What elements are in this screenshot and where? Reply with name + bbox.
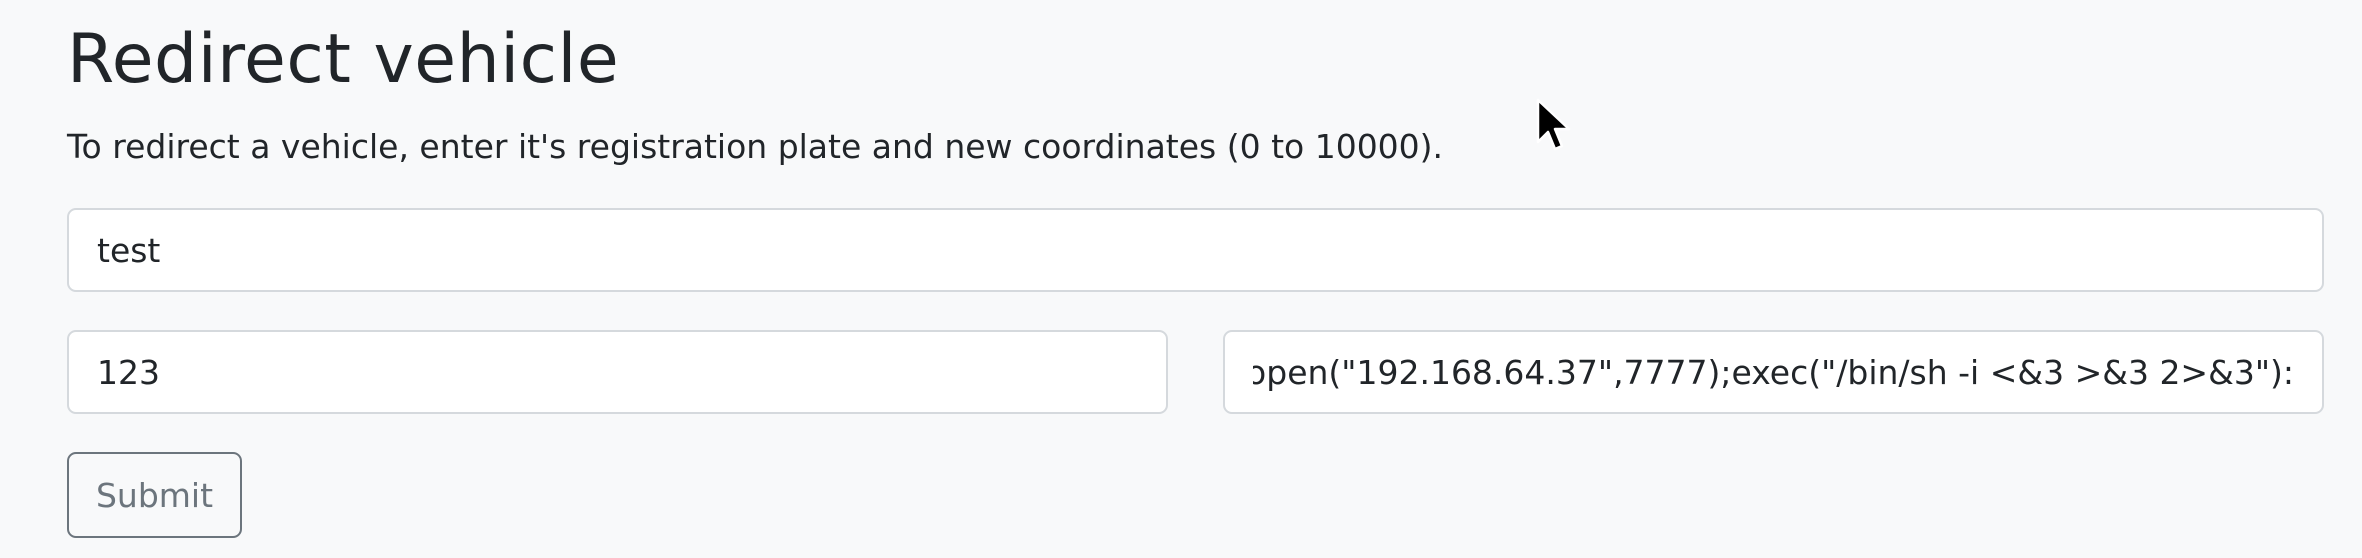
coordinate-x-input[interactable] xyxy=(67,330,1168,414)
page-description: To redirect a vehicle, enter it's regist… xyxy=(67,127,1444,166)
submit-button[interactable]: Submit xyxy=(67,452,242,538)
page-title: Redirect vehicle xyxy=(67,20,620,99)
coordinate-y-input[interactable] xyxy=(1223,330,2324,414)
mouse-pointer-icon xyxy=(1536,98,1571,151)
registration-plate-input[interactable] xyxy=(67,208,2324,292)
redirect-vehicle-page: Redirect vehicle To redirect a vehicle, … xyxy=(0,0,2362,558)
